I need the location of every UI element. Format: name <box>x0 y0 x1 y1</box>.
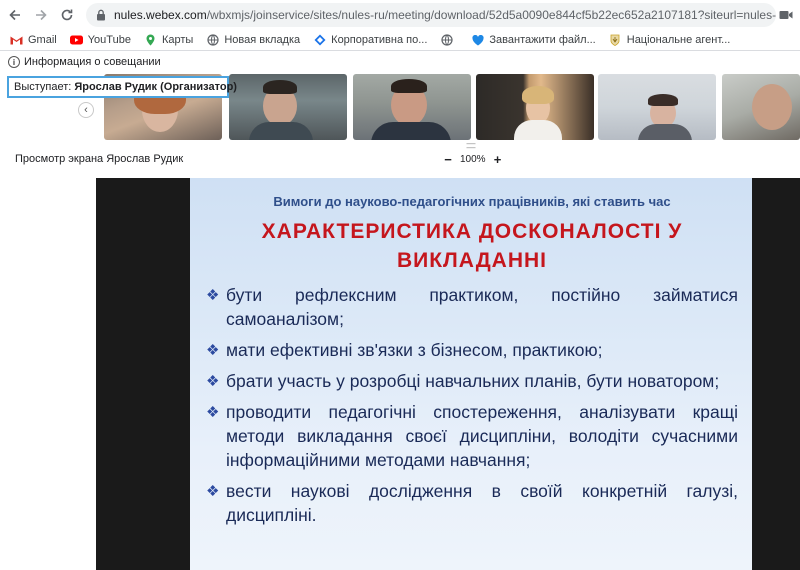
participant-video-2[interactable] <box>229 74 347 140</box>
bullet-diamond-icon: ❖ <box>206 373 220 390</box>
slide-bullet-list: ❖ бути рефлексним практиком, постійно зай… <box>206 283 738 527</box>
bullet-diamond-icon: ❖ <box>206 404 220 421</box>
zoom-level: 100% <box>460 154 486 165</box>
bookmark-label: Завантажити файл... <box>489 34 596 46</box>
active-speaker-banner: Выступает: Ярослав Рудик (Организатор) <box>7 76 237 98</box>
bullet-diamond-icon: ❖ <box>206 342 220 359</box>
gmail-icon <box>10 35 23 46</box>
bookmark-label: Карты <box>161 34 194 46</box>
browser-window: nules.webex.com/wbxmjs/joinservice/sites… <box>0 0 800 570</box>
bookmark-label: Gmail <box>28 34 57 46</box>
youtube-icon <box>69 35 83 46</box>
participant-video-3[interactable] <box>353 74 471 140</box>
bullet-text: брати участь у розробці навчальних плані… <box>226 371 720 391</box>
screen-share-label: Просмотр экрана Ярослав Рудик <box>15 153 184 165</box>
bookmark-gmail[interactable]: Gmail <box>10 34 57 46</box>
forward-button[interactable] <box>30 4 52 26</box>
speaker-name: Ярослав Рудик (Организатор) <box>74 81 237 93</box>
bookmark-download[interactable]: Завантажити файл... <box>471 34 596 46</box>
slide-bullet: ❖ вести наукові дослідження в своїй конкр… <box>206 479 738 527</box>
camera-icon <box>779 11 793 19</box>
participant-video-4[interactable] <box>476 74 594 140</box>
reload-button[interactable] <box>56 4 78 26</box>
bullet-text: бути рефлексним практиком, постійно займ… <box>226 285 738 329</box>
resize-handle-icon[interactable]: — — <box>461 139 481 152</box>
meeting-info-label: Информация о совещании <box>24 56 161 68</box>
bookmark-youtube[interactable]: YouTube <box>69 34 131 46</box>
participant-shirt <box>638 124 692 140</box>
bookmark-label: Національне агент... <box>626 34 731 46</box>
participant-video-6[interactable] <box>722 74 800 140</box>
participant-shirt <box>249 122 313 140</box>
back-arrow-icon <box>9 9 20 21</box>
slide-subtitle: Вимоги до науково-педагогічних працівник… <box>273 194 671 209</box>
zoom-in-button[interactable]: + <box>490 152 506 167</box>
slide-bullet: ❖ бути рефлексним практиком, постійно зай… <box>206 283 738 331</box>
lock-icon <box>96 8 106 22</box>
presentation-slide: Вимоги до науково-педагогічних працівник… <box>190 178 752 570</box>
filmstrip-prev-button[interactable]: ‹ <box>78 102 94 118</box>
participant-hair <box>391 79 427 93</box>
bookmark-label: Корпоративна по... <box>331 34 428 46</box>
bookmark-label: Новая вкладка <box>224 34 301 46</box>
participant-face <box>752 84 792 130</box>
bullet-text: проводити педагогічні спостереження, ана… <box>226 402 738 470</box>
diamond-icon <box>313 34 326 46</box>
globe-icon <box>440 34 453 46</box>
participant-hair <box>648 94 678 106</box>
url-bar[interactable]: nules.webex.com/wbxmjs/joinservice/sites… <box>86 3 776 27</box>
forward-arrow-icon <box>36 9 47 21</box>
bookmark-label: YouTube <box>87 34 131 46</box>
slide-bullet: ❖ мати ефективні зв'язки з бізнесом, прак… <box>206 338 738 362</box>
bullet-diamond-icon: ❖ <box>206 483 220 500</box>
slide-title-line-2: ВИКЛАДАННІ <box>396 249 548 272</box>
bookmark-new-tab[interactable]: Новая вкладка <box>206 34 300 46</box>
meeting-info-link[interactable]: i Информация о совещании <box>8 56 161 68</box>
maps-icon <box>144 34 157 46</box>
bullet-diamond-icon: ❖ <box>206 287 220 304</box>
bookmark-globe[interactable] <box>440 34 458 46</box>
chevron-left-icon: ‹ <box>84 104 88 116</box>
url-path: /wbxmjs/joinservice/sites/nules-ru/meeti… <box>206 8 776 22</box>
back-button[interactable] <box>4 4 26 26</box>
bookmark-maps[interactable]: Карты <box>144 34 193 46</box>
bullet-text: вести наукові дослідження в своїй конкре… <box>226 481 738 525</box>
bookmark-national-agency[interactable]: Національне агент... <box>609 34 731 46</box>
address-bar-row: nules.webex.com/wbxmjs/joinservice/sites… <box>0 0 800 30</box>
participant-hair <box>263 80 297 94</box>
participant-shirt <box>514 120 562 140</box>
speaker-prefix: Выступает: <box>14 81 72 93</box>
slide-bullet: ❖ брати участь у розробці навчальних план… <box>206 369 738 393</box>
slide-title-line-1: ХАРАКТЕРИСТИКА ДОСКОНАЛОСТІ У <box>261 220 683 243</box>
bookmark-corporate[interactable]: Корпоративна по... <box>313 34 427 46</box>
slide-bullet: ❖ проводити педагогічні спостереження, ан… <box>206 400 738 472</box>
info-icon: i <box>8 56 20 68</box>
webex-meeting: i Информация о совещании Выступает: Ярос… <box>0 52 800 570</box>
reload-icon <box>61 9 73 21</box>
zoom-out-button[interactable]: − <box>440 152 456 167</box>
camera-permission-button[interactable] <box>776 5 796 25</box>
url-host: nules.webex.com <box>114 8 207 22</box>
shared-screen: Вимоги до науково-педагогічних працівник… <box>96 178 800 570</box>
participant-video-5[interactable] <box>598 74 716 140</box>
participant-shirt <box>371 122 451 140</box>
participant-hair <box>522 86 554 104</box>
zoom-controls: − 100% + <box>440 152 506 167</box>
bookmarks-bar: Gmail YouTube Карты Новая вкладка Корпор… <box>0 30 800 51</box>
bullet-text: мати ефективні зв'язки з бізнесом, практ… <box>226 340 603 360</box>
heart-icon <box>471 34 484 46</box>
globe-icon <box>206 34 219 46</box>
emblem-icon <box>609 34 622 46</box>
